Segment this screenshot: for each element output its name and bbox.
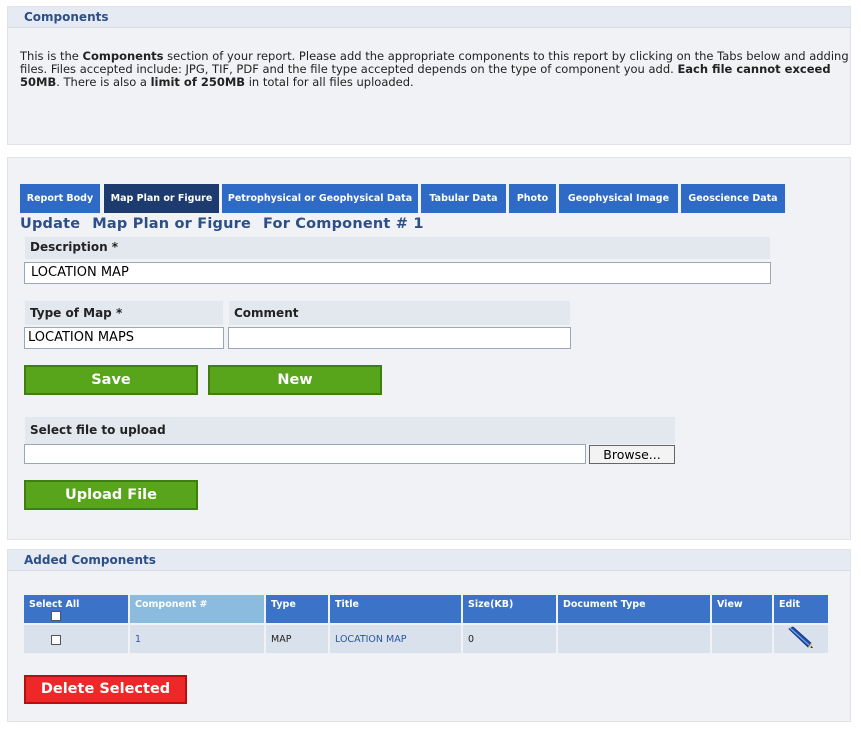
heading-action: Update [20, 216, 81, 232]
upload-file-button[interactable]: Upload File [24, 480, 198, 510]
column-component-number[interactable]: Component # [130, 595, 264, 623]
column-size: Size(KB) [463, 595, 556, 623]
component-form-panel: Report Body Map Plan or Figure Petrophys… [7, 157, 851, 540]
tab-tabular-data[interactable]: Tabular Data [421, 184, 506, 213]
column-view: View [712, 595, 772, 623]
comment-input[interactable] [228, 327, 571, 349]
select-all-checkbox[interactable] [51, 611, 61, 621]
pencil-icon[interactable] [786, 626, 816, 652]
type-of-map-label: Type of Map * [25, 301, 223, 325]
components-info-panel: Components This is the Components sectio… [7, 6, 851, 145]
description-bold-total-limit: limit of 250MB [150, 75, 246, 89]
new-button[interactable]: New [208, 365, 382, 395]
save-button[interactable]: Save [24, 365, 198, 395]
column-select-all: Select All [24, 595, 128, 623]
components-table: Select All Component # Type Title Size(K… [22, 593, 830, 655]
description-text: This is the [20, 49, 83, 63]
tab-report-body[interactable]: Report Body [20, 184, 100, 213]
type-of-map-input[interactable]: LOCATION MAPS [24, 327, 224, 349]
cell-size: 0 [463, 625, 556, 653]
cell-view [712, 625, 772, 653]
added-components-panel: Added Components Select All Component # … [7, 549, 851, 722]
row-select-checkbox[interactable] [51, 635, 61, 645]
select-file-label: Select file to upload [25, 417, 675, 444]
tab-geophysical-image[interactable]: Geophysical Image [559, 184, 678, 213]
heading-component: For Component # 1 [263, 216, 424, 232]
cell-title[interactable]: LOCATION MAP [330, 625, 461, 653]
table-header-row: Select All Component # Type Title Size(K… [24, 595, 828, 623]
table-row: 1 MAP LOCATION MAP 0 [24, 625, 828, 653]
tab-geoscience-data[interactable]: Geoscience Data [681, 184, 785, 213]
cell-component-number[interactable]: 1 [130, 625, 264, 653]
tab-photo[interactable]: Photo [509, 184, 556, 213]
tab-map-plan-or-figure[interactable]: Map Plan or Figure [104, 184, 219, 213]
form-heading: Update Map Plan or Figure For Component # … [20, 216, 436, 232]
column-edit: Edit [774, 595, 828, 623]
description-input[interactable]: LOCATION MAP [24, 262, 771, 284]
column-type: Type [266, 595, 328, 623]
cell-document-type [558, 625, 710, 653]
column-document-type: Document Type [558, 595, 710, 623]
column-title: Title [330, 595, 461, 623]
description-text: in total for all files uploaded. [245, 75, 414, 89]
delete-selected-button[interactable]: Delete Selected [24, 675, 187, 704]
cell-type: MAP [266, 625, 328, 653]
components-panel-title: Components [8, 7, 850, 28]
file-path-input[interactable] [24, 444, 586, 464]
tab-petrophysical-or-geophysical-data[interactable]: Petrophysical or Geophysical Data [222, 184, 418, 213]
description-bold-components: Components [82, 49, 164, 63]
cell-edit [774, 625, 828, 653]
column-label: Select All [29, 599, 80, 610]
description-text: . There is also a [56, 75, 151, 89]
heading-type: Map Plan or Figure [92, 216, 252, 232]
description-label: Description * [25, 237, 770, 259]
added-components-title: Added Components [8, 550, 850, 571]
browse-button[interactable]: Browse... [589, 445, 675, 464]
comment-label: Comment [229, 301, 570, 325]
components-description: This is the Components section of your r… [20, 50, 850, 89]
row-select-cell [24, 625, 128, 653]
